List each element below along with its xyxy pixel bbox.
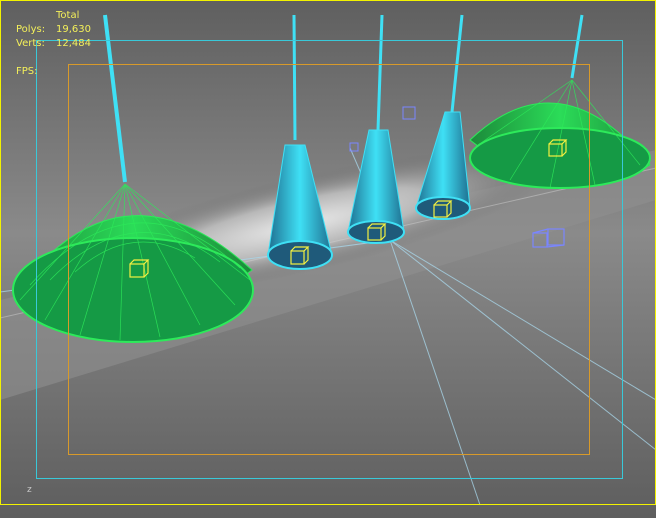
fps-label: FPS: [16, 66, 38, 77]
stats-header: Total [56, 10, 80, 21]
polys-label: Polys: [16, 24, 46, 35]
polys-value: 19,630 [56, 24, 91, 35]
verts-value: 12,484 [56, 38, 91, 49]
verts-label: Verts: [16, 38, 45, 49]
safe-frame-title [68, 64, 590, 455]
3d-viewport[interactable]: Total Polys: 19,630 Verts: 12,484 FPS: z [0, 0, 656, 518]
axis-z-label: z [27, 485, 32, 495]
